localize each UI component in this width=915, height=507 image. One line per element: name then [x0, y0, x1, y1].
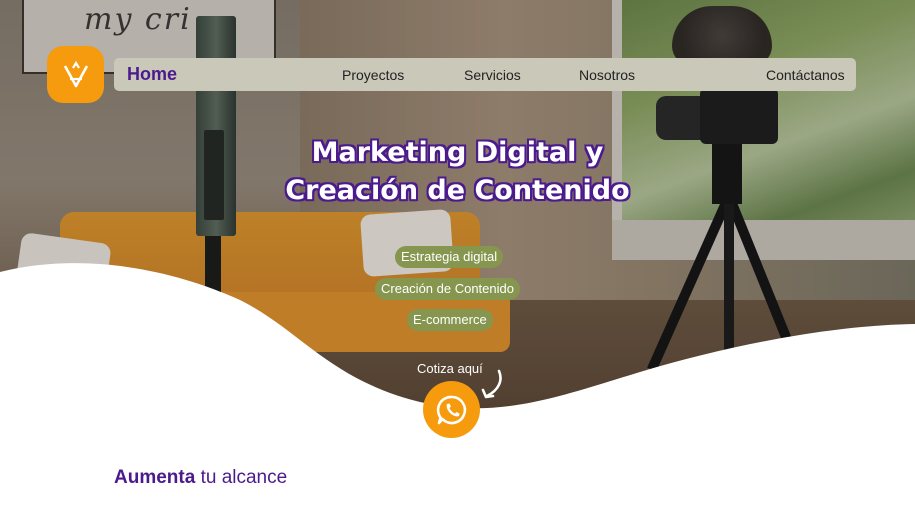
service-pill: Estrategia digital: [395, 246, 504, 268]
whatsapp-button[interactable]: [423, 381, 480, 438]
hero-title: Marketing Digital y Creación de Contenid…: [0, 134, 915, 210]
nav-home-link[interactable]: Home: [127, 64, 177, 85]
nav-link-servicios[interactable]: Servicios: [464, 67, 521, 83]
service-pill: E-commerce: [407, 309, 493, 331]
curved-arrow-icon: [481, 369, 502, 399]
nav-link-proyectos[interactable]: Proyectos: [342, 67, 404, 83]
hero-title-line: Creación de Contenido: [285, 175, 630, 206]
section-heading-rest: tu alcance: [200, 467, 288, 488]
service-pill: Creación de Contenido: [375, 278, 520, 300]
logo-button[interactable]: [47, 46, 104, 103]
va-logo-icon: [63, 60, 88, 87]
section-heading: Aumenta tu alcance: [114, 467, 287, 489]
hero-title-line: Marketing Digital y: [311, 137, 604, 168]
nav-link-contactanos[interactable]: Contáctanos: [766, 67, 845, 83]
cta-label: Cotiza aquí: [417, 361, 483, 376]
nav-link-nosotros[interactable]: Nosotros: [579, 67, 635, 83]
whatsapp-icon: [436, 395, 466, 424]
navbar: Home Proyectos Servicios Nosotros Contác…: [114, 58, 856, 91]
section-heading-strong: Aumenta: [114, 467, 196, 488]
